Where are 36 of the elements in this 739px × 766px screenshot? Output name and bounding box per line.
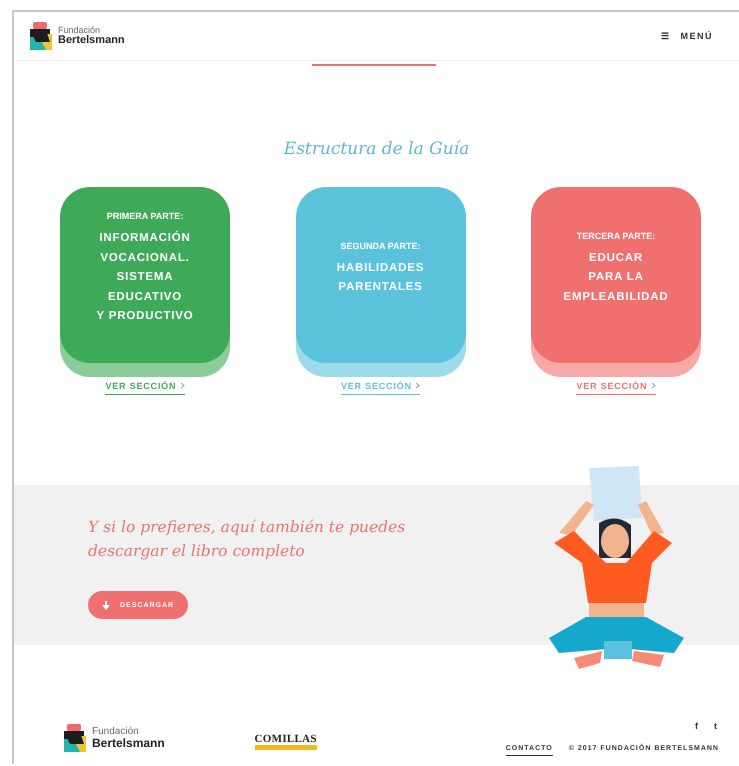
partner-logo-text: COMILLAS <box>254 733 317 745</box>
card-title: Y PRODUCTIVO <box>96 309 194 324</box>
chevron-icon <box>180 382 185 389</box>
card-title: EMPLEABILIDAD <box>564 290 668 305</box>
section-link[interactable]: VER SECCIÓN <box>576 381 656 395</box>
card-title: SISTEMA <box>116 270 174 286</box>
card-title: PARA LA <box>588 270 644 286</box>
download-icon <box>102 600 110 610</box>
chevron-icon <box>650 382 656 389</box>
logo-icon <box>64 724 86 752</box>
card-title: INFORMACIÓN <box>99 230 191 246</box>
chevron-icon <box>415 382 420 389</box>
logo-text: Bertelsmann <box>92 737 165 749</box>
download-text: Y si lo prefieres, aquí también te puedes descargar el libro completo <box>88 517 406 562</box>
section-title: Estructura de la Guía <box>282 139 470 159</box>
card-kicker: PRIMERA PARTE: <box>106 211 184 222</box>
logo-text: Bertelsmann <box>58 35 125 46</box>
social-link[interactable]: t <box>714 721 717 731</box>
section-card[interactable]: SEGUNDA PARTE: HABILIDADES PARENTALES <box>296 187 466 363</box>
card-title: HABILIDADES <box>336 260 424 276</box>
logo-text: Fundación <box>58 26 102 35</box>
menu-button[interactable]: ☰ MENÚ <box>655 30 719 42</box>
card-title: EDUCAR <box>589 250 643 266</box>
card-kicker: SEGUNDA PARTE: <box>340 240 420 250</box>
section-card[interactable]: TERCERA PARTE: EDUCAR PARA LA EMPLEABILIDAD <box>531 187 701 363</box>
section-link[interactable]: VER SECCIÓN <box>340 381 420 395</box>
section-link[interactable]: VER SECCIÓN <box>105 381 185 395</box>
logo-text: Fundación <box>92 727 140 737</box>
card-kicker: TERCERA PARTE: <box>576 230 656 241</box>
card-title: PARENTALES <box>338 280 423 295</box>
partner-logo-band <box>254 745 317 750</box>
card-title: EDUCATIVO <box>108 290 182 305</box>
card-title: VOCACIONAL. <box>100 250 190 266</box>
section-card[interactable]: PRIMERA PARTE: INFORMACIÓN VOCACIONAL. SISTEMA EDUCATIVO Y PRODUCTIVO <box>60 187 230 363</box>
social-link[interactable]: f <box>695 721 698 731</box>
logo-icon <box>30 22 52 50</box>
